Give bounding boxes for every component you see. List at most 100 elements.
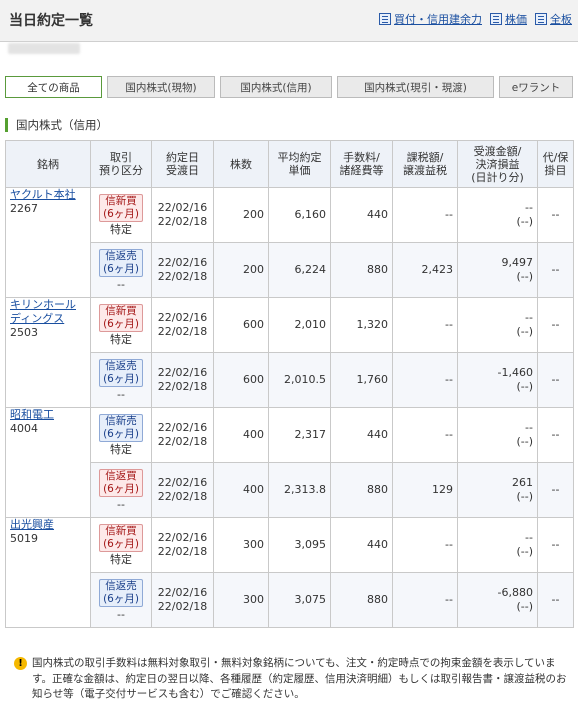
tax: --: [392, 407, 458, 463]
tax: --: [392, 352, 458, 408]
trade-category: 信新売 (6ヶ月) 特定: [90, 407, 152, 463]
account-type: 特定: [110, 553, 132, 566]
header-links: 買付・信用建余力 株価 全板: [379, 11, 572, 27]
collateral-ratio: --: [537, 187, 574, 243]
tab-domestic-delivery[interactable]: 国内株式(現引・現渡): [337, 76, 494, 98]
trade-dates: 22/02/16 22/02/18: [151, 187, 214, 243]
trade-dates: 22/02/16 22/02/18: [151, 572, 214, 628]
account-type: --: [117, 608, 125, 621]
col-tax: 課税額/譲渡益税: [392, 140, 458, 188]
quantity: 300: [213, 572, 269, 628]
stock-name-cell: 出光興産 5019: [5, 517, 91, 628]
trade-dates: 22/02/16 22/02/18: [151, 517, 214, 573]
col-price: 平均約定 単価: [268, 140, 331, 188]
trade-dates: 22/02/16 22/02/18: [151, 407, 214, 463]
full-board-label: 全板: [550, 13, 572, 26]
fee: 1,760: [330, 352, 393, 408]
avg-price: 6,224: [268, 242, 331, 298]
trade-dates: 22/02/16 22/02/18: [151, 352, 214, 408]
avg-price: 2,313.8: [268, 462, 331, 518]
fee: 440: [330, 187, 393, 243]
list-icon: [535, 13, 547, 25]
account-type: --: [117, 278, 125, 291]
account-type: 特定: [110, 443, 132, 456]
stock-code: 2267: [10, 202, 38, 215]
quantity: 600: [213, 297, 269, 353]
tax: 2,423: [392, 242, 458, 298]
table-row: ヤクルト本社 2267 信新買 (6ヶ月) 特定 22/02/16 22/02/18…: [5, 187, 574, 298]
trade-type-badge: 信新売 (6ヶ月): [99, 414, 143, 442]
tax: --: [392, 297, 458, 353]
table-row: 信返売 (6ヶ月) -- 22/02/16 22/02/18 200 6,224 8…: [6, 242, 574, 298]
tab-e-warrant[interactable]: eワラント: [499, 76, 573, 98]
notice: ! 国内株式の取引手数料は無料対象取引・無料対象銘柄についても、注文・約定時点で…: [14, 656, 574, 703]
trade-type-badge: 信返売 (6ヶ月): [99, 579, 143, 607]
table-row: 出光興産 5019 信新買 (6ヶ月) 特定 22/02/16 22/02/18 3…: [5, 517, 574, 628]
collateral-ratio: --: [537, 297, 574, 353]
stock-name-link[interactable]: 出光興産: [10, 518, 86, 532]
stock-code: 5019: [10, 532, 38, 545]
trade-type-badge: 信新買 (6ヶ月): [99, 524, 143, 552]
stock-code: 4004: [10, 422, 38, 435]
section-title: 国内株式（信用）: [5, 118, 108, 132]
quantity: 200: [213, 187, 269, 243]
page-header: 当日約定一覧 買付・信用建余力 株価 全板: [0, 0, 578, 42]
collateral-ratio: --: [537, 407, 574, 463]
stock-name-cell: 昭和電工 4004: [5, 407, 91, 518]
trade-category: 信新買 (6ヶ月) 特定: [90, 297, 152, 353]
col-collateral: 代/保 掛目: [537, 140, 574, 188]
collateral-ratio: --: [537, 517, 574, 573]
fee: 880: [330, 462, 393, 518]
col-category: 取引 預り区分: [90, 140, 152, 188]
stock-name-link[interactable]: キリンホール ディングス: [10, 298, 86, 326]
tab-domestic-spot[interactable]: 国内株式(現物): [107, 76, 215, 98]
stock-name-link[interactable]: ヤクルト本社: [10, 188, 86, 202]
tab-all-products[interactable]: 全ての商品: [5, 76, 102, 98]
buying-power-link[interactable]: 買付・信用建余力: [379, 11, 482, 27]
trade-category: 信新買 (6ヶ月) 特定: [90, 187, 152, 243]
stock-name-link[interactable]: 昭和電工: [10, 408, 86, 422]
account-type: 特定: [110, 333, 132, 346]
avg-price: 6,160: [268, 187, 331, 243]
avg-price: 3,095: [268, 517, 331, 573]
fee: 440: [330, 517, 393, 573]
collateral-ratio: --: [537, 352, 574, 408]
stock-price-link[interactable]: 株価: [490, 11, 527, 27]
trade-type-badge: 信返売 (6ヶ月): [99, 249, 143, 277]
product-tabs: 全ての商品 国内株式(現物) 国内株式(信用) 国内株式(現引・現渡) eワラン…: [5, 76, 573, 98]
table-row: 昭和電工 4004 信新売 (6ヶ月) 特定 22/02/16 22/02/18 4…: [5, 407, 574, 518]
quantity: 400: [213, 462, 269, 518]
notice-text: 国内株式の取引手数料は無料対象取引・無料対象銘柄についても、注文・約定時点での拘…: [32, 657, 567, 700]
trade-category: 信返売 (6ヶ月) --: [90, 242, 152, 298]
account-type: --: [117, 388, 125, 401]
trade-type-badge: 信返買 (6ヶ月): [99, 469, 143, 497]
col-name: 銘柄: [5, 140, 91, 188]
table-header-row: 銘柄 取引 預り区分 約定日 受渡日 株数 平均約定 単価 手数料/諸経費等 課税額/…: [5, 140, 574, 188]
settlement-amount: 261 (--): [457, 462, 538, 518]
page-title: 当日約定一覧: [9, 13, 93, 29]
settlement-amount: -- (--): [457, 517, 538, 573]
fee: 1,320: [330, 297, 393, 353]
full-board-link[interactable]: 全板: [535, 11, 572, 27]
tax: --: [392, 187, 458, 243]
table-row: 信返売 (6ヶ月) -- 22/02/16 22/02/18 600 2,010.5…: [6, 352, 574, 408]
avg-price: 2,010: [268, 297, 331, 353]
col-settlement-amount: 受渡金額/決済損益 (日計り分): [457, 140, 538, 188]
tab-domestic-margin[interactable]: 国内株式(信用): [220, 76, 332, 98]
warning-icon: !: [14, 657, 27, 670]
table-row: 信返買 (6ヶ月) -- 22/02/16 22/02/18 400 2,313.8…: [6, 462, 574, 518]
quantity: 300: [213, 517, 269, 573]
avg-price: 2,010.5: [268, 352, 331, 408]
stock-name-cell: ヤクルト本社 2267: [5, 187, 91, 298]
fee: 880: [330, 572, 393, 628]
stock-code: 2503: [10, 326, 38, 339]
tax: --: [392, 517, 458, 573]
trade-category: 信返売 (6ヶ月) --: [90, 352, 152, 408]
settlement-amount: -- (--): [457, 407, 538, 463]
executions-table: 銘柄 取引 預り区分 約定日 受渡日 株数 平均約定 単価 手数料/諸経費等 課税額/…: [5, 140, 574, 628]
collateral-ratio: --: [537, 462, 574, 518]
trade-type-badge: 信新買 (6ヶ月): [99, 194, 143, 222]
tax: --: [392, 572, 458, 628]
settlement-amount: -- (--): [457, 187, 538, 243]
quantity: 600: [213, 352, 269, 408]
